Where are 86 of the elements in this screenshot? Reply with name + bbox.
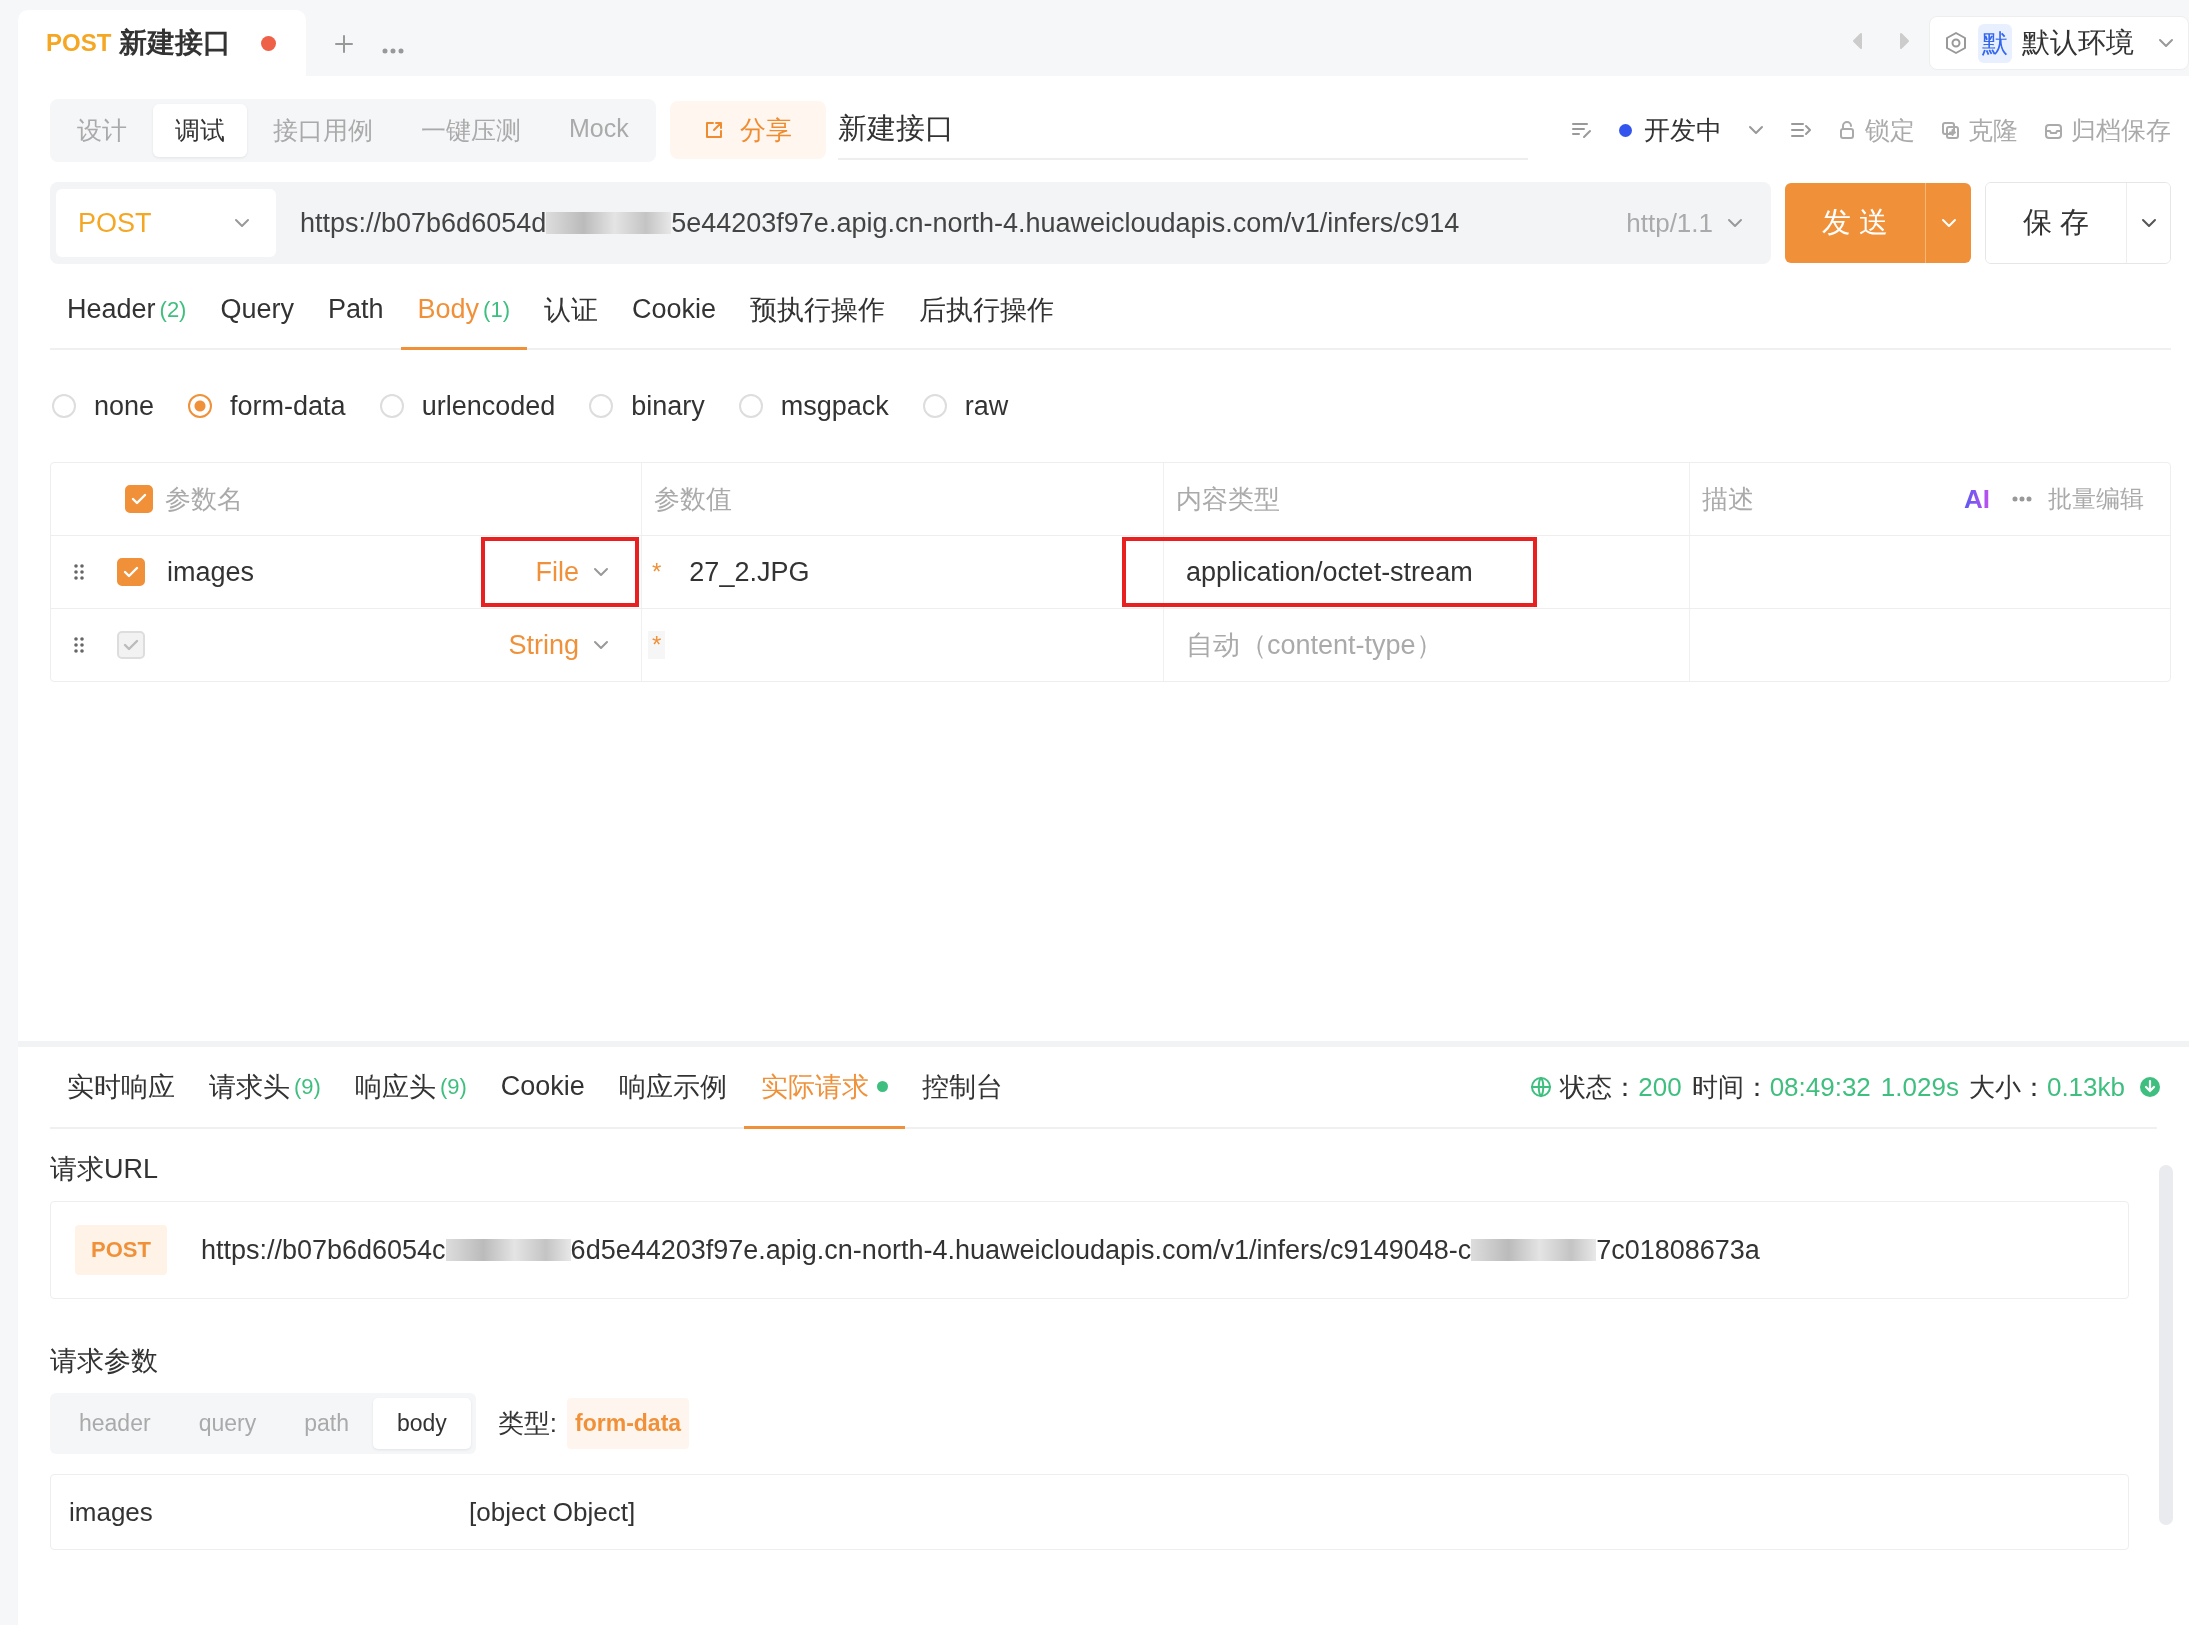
drag-handle-icon bbox=[73, 563, 85, 581]
checkmark-icon bbox=[123, 639, 139, 651]
param-name: images bbox=[69, 1496, 154, 1528]
required-mark: * bbox=[648, 631, 666, 659]
content-type-field[interactable]: application/octet-stream bbox=[1122, 537, 1537, 607]
chevron-down-icon bbox=[593, 567, 609, 577]
tab[interactable]: 响应示例 bbox=[601, 1047, 744, 1129]
method-label: POST bbox=[78, 207, 152, 239]
lock-icon bbox=[1838, 120, 1857, 140]
radio-option[interactable]: binary bbox=[589, 390, 705, 422]
column-header: 参数名 bbox=[165, 482, 243, 516]
chevron-down-icon bbox=[2158, 38, 2174, 48]
more-icon[interactable] bbox=[382, 48, 405, 54]
column-header: 参数值 bbox=[654, 482, 732, 516]
tab[interactable]: 响应头(9) bbox=[337, 1047, 484, 1129]
tab-title: 新建接口 bbox=[119, 26, 232, 60]
tab[interactable]: Query bbox=[203, 272, 311, 350]
param-value: 27_2.JPG bbox=[689, 556, 810, 588]
tab[interactable]: Path bbox=[311, 272, 401, 350]
checkmark-icon bbox=[131, 493, 147, 505]
status-code: 200 bbox=[1638, 1071, 1682, 1103]
checkbox[interactable] bbox=[125, 485, 153, 513]
tab[interactable]: Cookie bbox=[614, 272, 733, 350]
column-header: 内容类型 bbox=[1176, 482, 1280, 516]
settings-icon bbox=[1944, 31, 1968, 55]
chevron-down-icon bbox=[1727, 218, 1743, 228]
environment-badge: 默 bbox=[1978, 23, 2012, 63]
chevron-down-icon bbox=[234, 218, 250, 228]
method-badge: POST bbox=[75, 1225, 167, 1275]
section-title: 请求URL bbox=[50, 1153, 159, 1186]
size-value: 0.13kb bbox=[2046, 1071, 2125, 1103]
section-title: 请求参数 bbox=[50, 1345, 159, 1378]
status-select[interactable]: 开发中 bbox=[1619, 112, 1764, 148]
collapse-icon bbox=[1790, 121, 1812, 139]
content-type-placeholder: 自动（content-type） bbox=[1186, 629, 1443, 662]
method-label: POST bbox=[46, 29, 112, 57]
required-mark: * bbox=[651, 558, 663, 586]
mode-tab[interactable]: 调试 bbox=[153, 103, 247, 157]
clone-icon bbox=[1941, 120, 1960, 140]
tab[interactable]: Cookie bbox=[483, 1047, 602, 1129]
param-value: [object Object] bbox=[469, 1496, 636, 1528]
tab[interactable]: 预执行操作 bbox=[733, 272, 902, 350]
plus-icon[interactable] bbox=[334, 34, 355, 54]
checkbox[interactable] bbox=[117, 558, 145, 586]
tab[interactable]: Header(2) bbox=[50, 272, 204, 350]
time-value: 08:49:32 bbox=[1769, 1071, 1871, 1103]
chevron-down-icon bbox=[2140, 217, 2157, 228]
size-label: 大小： bbox=[1968, 1070, 2047, 1104]
environment-select[interactable]: 默 默认环境 bbox=[1929, 16, 2189, 70]
duration-value: 1.029s bbox=[1880, 1071, 1959, 1103]
forward-arrow-icon[interactable] bbox=[1899, 32, 1911, 50]
globe-icon bbox=[1530, 1076, 1553, 1098]
share-icon bbox=[703, 120, 724, 140]
drag-handle-icon bbox=[73, 636, 85, 654]
radio-option[interactable]: form-data bbox=[188, 390, 346, 422]
tab[interactable]: 实时响应 bbox=[50, 1047, 192, 1129]
checkmark-icon bbox=[123, 566, 139, 578]
column-header: 描述 bbox=[1702, 482, 1754, 516]
more-icon[interactable] bbox=[2012, 496, 2032, 502]
chevron-down-icon bbox=[1748, 125, 1764, 135]
radio-option[interactable]: urlencoded bbox=[379, 390, 556, 422]
type-badge: form-data bbox=[567, 1398, 690, 1449]
send-dropdown-button[interactable] bbox=[1925, 183, 1971, 263]
type-label: 类型: bbox=[497, 1407, 558, 1440]
radio-option[interactable]: none bbox=[52, 390, 155, 422]
param-name: images bbox=[167, 556, 255, 588]
document-tab[interactable]: POST 新建接口 bbox=[18, 10, 307, 76]
time-label: 时间： bbox=[1691, 1070, 1770, 1104]
chevron-down-icon bbox=[593, 640, 609, 650]
radio-option[interactable]: msgpack bbox=[738, 390, 889, 422]
environment-name: 默认环境 bbox=[2022, 26, 2134, 60]
request-url: https://b07b6d6054c 6d5e44203f97e.apig.cn-north-4.huaweicloudapis.com/v1/infers/c9149048-c 7c01808673a bbox=[200, 1234, 1760, 1266]
status-label: 状态： bbox=[1560, 1070, 1639, 1104]
tab[interactable]: 后执行操作 bbox=[902, 272, 1071, 350]
tab[interactable]: 控制台 bbox=[904, 1047, 1020, 1129]
chevron-down-icon bbox=[1940, 217, 1957, 228]
tab[interactable]: 认证 bbox=[526, 272, 615, 350]
edit-list-icon bbox=[1571, 121, 1593, 139]
download-icon[interactable] bbox=[2139, 1076, 2161, 1098]
radio-option[interactable]: raw bbox=[922, 390, 1009, 422]
back-arrow-icon[interactable] bbox=[1851, 32, 1863, 50]
status-label: 开发中 bbox=[1644, 113, 1722, 147]
segment-tab[interactable]: body bbox=[372, 1398, 471, 1449]
tab[interactable]: 请求头(9) bbox=[192, 1047, 338, 1129]
url-field[interactable]: https://b07b6d6054d 5e44203f97e.apig.cn-north-4.huaweicloudapis.com/v1/infers/c914 bbox=[276, 207, 1607, 239]
content-type: application/octet-stream bbox=[1186, 556, 1473, 588]
